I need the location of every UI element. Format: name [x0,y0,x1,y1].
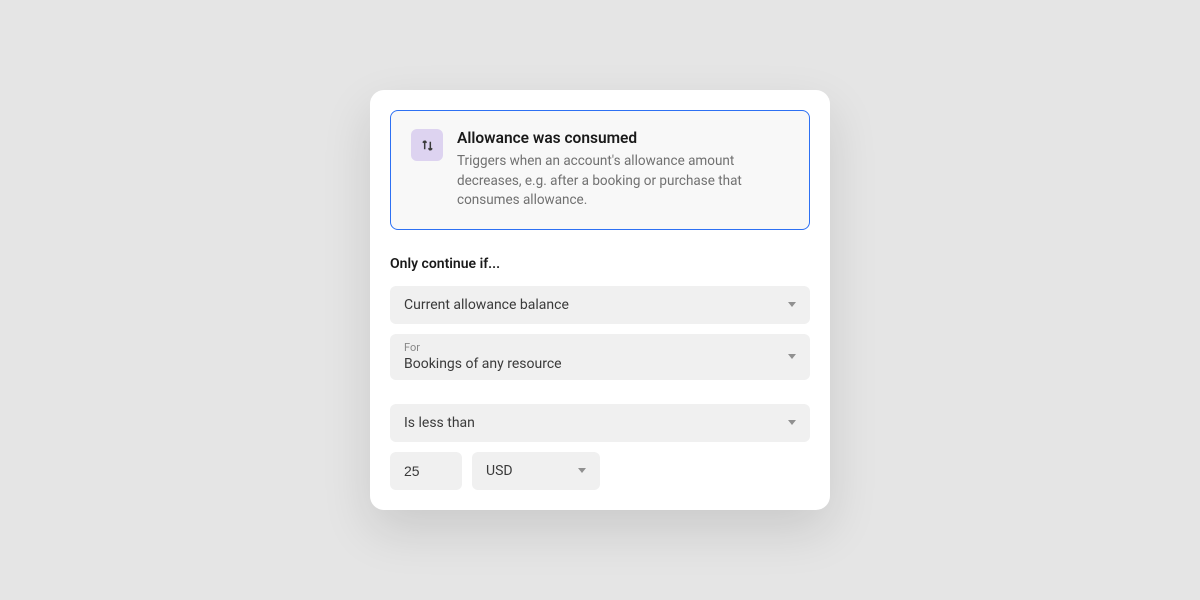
operator-select[interactable]: Is less than [390,404,810,442]
chevron-down-icon [788,354,796,359]
currency-select[interactable]: USD [472,452,600,490]
swap-vertical-icon [411,129,443,161]
for-select-label: For [404,341,562,354]
section-label: Only continue if... [390,256,810,272]
chevron-down-icon [788,420,796,425]
trigger-title: Allowance was consumed [457,129,789,147]
for-select[interactable]: For Bookings of any resource [390,334,810,380]
for-select-value: Bookings of any resource [404,356,562,372]
trigger-text: Allowance was consumed Triggers when an … [457,129,789,211]
trigger-summary[interactable]: Allowance was consumed Triggers when an … [390,110,810,230]
trigger-description: Triggers when an account's allowance amo… [457,152,789,211]
trigger-config-card: Allowance was consumed Triggers when an … [370,90,830,510]
operator-select-value: Is less than [404,415,475,431]
chevron-down-icon [788,302,796,307]
currency-select-value: USD [486,463,513,479]
field-select-value: Current allowance balance [404,297,569,313]
field-select[interactable]: Current allowance balance [390,286,810,324]
amount-input[interactable] [390,452,462,490]
chevron-down-icon [578,468,586,473]
